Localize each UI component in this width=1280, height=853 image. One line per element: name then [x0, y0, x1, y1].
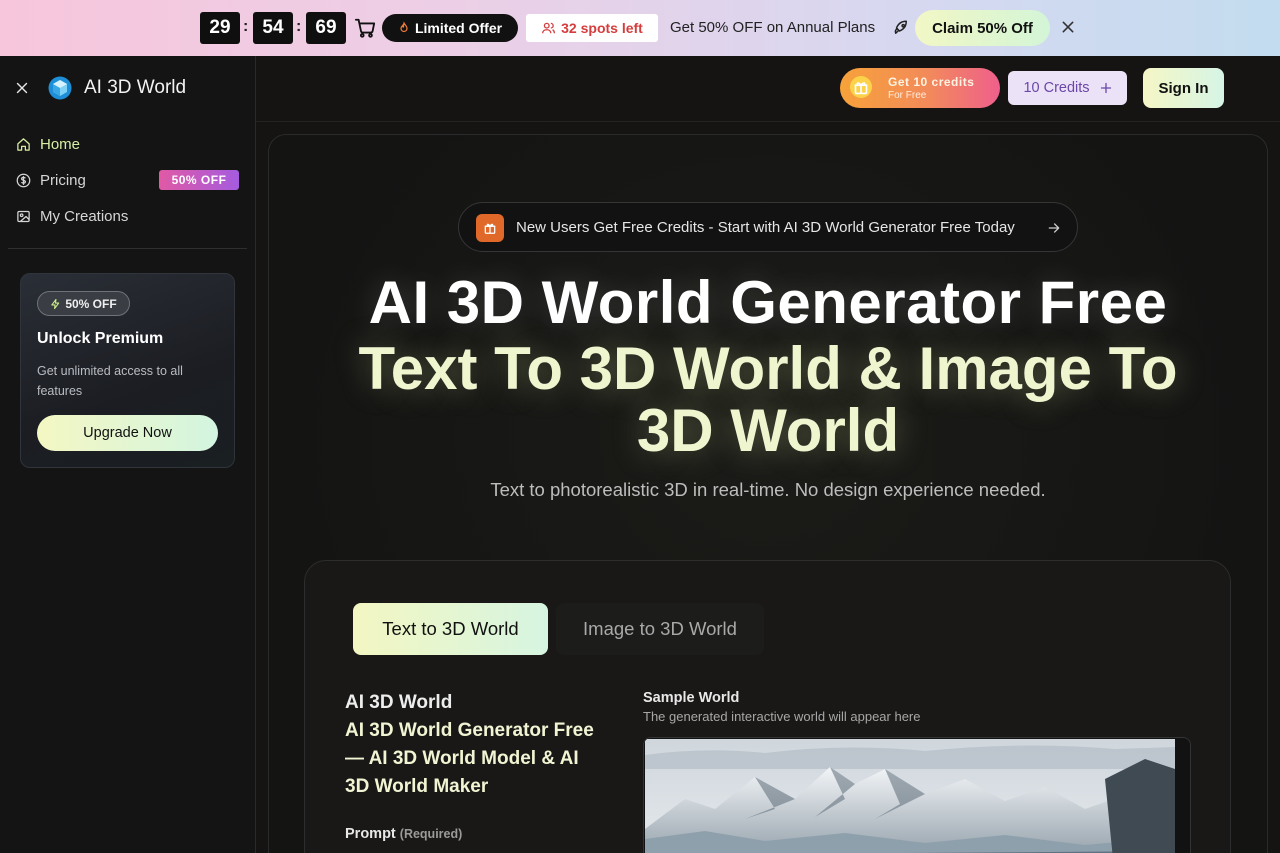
prompt-required-text: (Required) [399, 827, 463, 841]
brand-name[interactable]: AI 3D World [84, 77, 186, 99]
limited-offer-badge: Limited Offer [382, 14, 518, 42]
promo-banner: 29 : 54 : 69 Limited Offer 32 spots left… [0, 0, 1280, 56]
flame-icon [400, 21, 408, 33]
sample-world-title: Sample World [643, 690, 740, 706]
discount-badge: 50% OFF [159, 170, 239, 190]
hero-title: AI 3D World Generator Free [368, 269, 1168, 336]
timer-minutes: 54 [253, 12, 293, 44]
sample-world-preview[interactable] [643, 737, 1191, 853]
sidebar-item-my-creations[interactable]: My Creations [16, 204, 128, 228]
premium-badge-label: 50% OFF [65, 296, 117, 311]
free-credits-button[interactable]: Get 10 credits For Free [840, 68, 1000, 108]
hero-subtitle-headline: Text To 3D World & Image To 3D World [358, 335, 1178, 464]
sidebar-item-label: My Creations [40, 207, 129, 225]
sign-in-button[interactable]: Sign In [1143, 68, 1224, 108]
arrow-right-icon [1048, 223, 1060, 233]
image-icon [17, 210, 30, 222]
premium-card: 50% OFF Unlock Premium Get unlimited acc… [20, 273, 235, 468]
sample-world-description: The generated interactive world will app… [643, 709, 921, 724]
rocket-icon [894, 20, 907, 34]
hero-description: Text to photorealistic 3D in real-time. … [490, 479, 1046, 500]
sidebar-divider [8, 248, 247, 249]
free-credits-subtitle: For Free [888, 90, 927, 101]
generator-heading-subtitle: AI 3D World Generator Free — AI 3D World… [345, 720, 594, 797]
generator-heading-title: AI 3D World [345, 692, 453, 713]
tab-text-to-3d-world[interactable]: Text to 3D World [353, 603, 548, 655]
lightning-icon [51, 298, 60, 309]
header-divider [256, 121, 1280, 122]
gift-icon [476, 214, 504, 242]
prompt-label-text: Prompt [345, 826, 396, 842]
annual-plan-text: Get 50% OFF on Annual Plans [670, 19, 876, 36]
announcement-pill[interactable]: New Users Get Free Credits - Start with … [458, 202, 1078, 252]
premium-title: Unlock Premium [37, 330, 164, 347]
timer-separator: : [296, 18, 302, 35]
upgrade-now-button[interactable]: Upgrade Now [37, 415, 218, 451]
free-credits-title: Get 10 credits [888, 75, 975, 89]
timer-hours: 29 [200, 12, 240, 44]
tab-image-to-3d-world[interactable]: Image to 3D World [556, 603, 764, 655]
credits-balance-button[interactable]: 10 Credits [1008, 71, 1127, 105]
logo-icon [48, 76, 72, 100]
timer-seconds: 69 [306, 12, 346, 44]
premium-discount-badge: 50% OFF [37, 291, 130, 316]
sidebar-item-label: Pricing [40, 171, 86, 189]
sidebar-item-pricing[interactable]: Pricing [16, 168, 86, 192]
gift-icon [850, 76, 872, 98]
close-icon[interactable] [1060, 19, 1076, 35]
spots-left-badge: 32 spots left [526, 14, 658, 42]
spots-left-label: 32 spots left [561, 20, 643, 36]
users-icon [542, 22, 556, 34]
claim-offer-button[interactable]: Claim 50% Off [915, 10, 1050, 46]
home-icon [17, 137, 30, 151]
credits-balance-label: 10 Credits [1023, 80, 1090, 96]
sidebar: AI 3D World Home Pricing 50% OFF My Crea… [0, 56, 256, 853]
sample-world-image [645, 739, 1175, 853]
cart-icon[interactable] [354, 17, 376, 39]
timer-separator: : [243, 18, 249, 35]
close-sidebar-icon[interactable] [16, 82, 28, 94]
announcement-text: New Users Get Free Credits - Start with … [516, 219, 1015, 236]
sidebar-item-label: Home [40, 135, 81, 153]
premium-description: Get unlimited access to all features [37, 364, 183, 398]
dollar-circle-icon [16, 173, 31, 187]
sidebar-item-home[interactable]: Home [16, 132, 80, 156]
generator-heading: AI 3D World AI 3D World Generator Free —… [345, 689, 605, 801]
limited-offer-label: Limited Offer [414, 20, 503, 36]
prompt-label: Prompt (Required) [345, 826, 462, 842]
plus-icon [1100, 82, 1111, 94]
